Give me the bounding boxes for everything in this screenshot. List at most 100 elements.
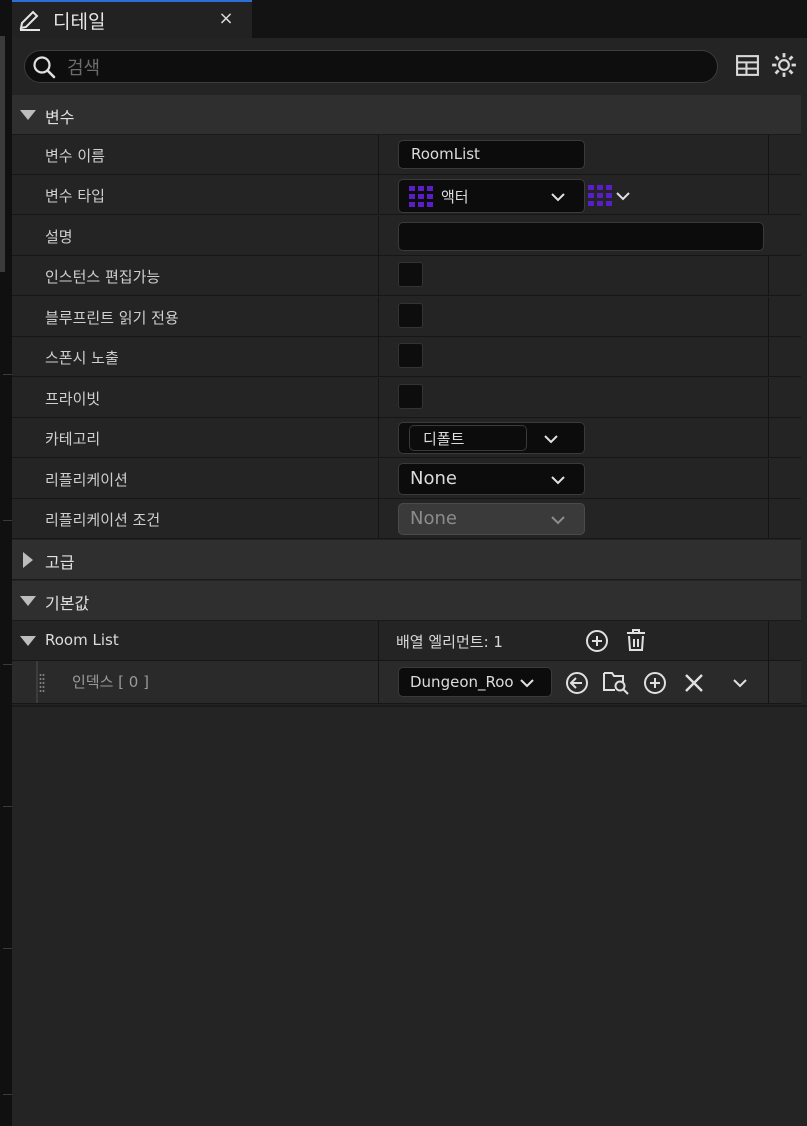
- row-label: 프라이빗: [45, 390, 101, 408]
- column-divider[interactable]: [378, 337, 379, 377]
- row-label: 리플리케이션 조건: [45, 511, 161, 529]
- section-variables[interactable]: 변수: [12, 95, 801, 135]
- details-panel: 검색 변수 변수 이름 RoomList 변수 타입 액터 설명 인스턴스 편집…: [12, 38, 807, 1126]
- column-divider: [768, 499, 769, 539]
- insert-element-icon[interactable]: [643, 671, 667, 695]
- row-label: 블루프린트 읽기 전용: [45, 309, 179, 327]
- array-label: Room List: [45, 631, 119, 649]
- search-placeholder: 검색: [67, 58, 101, 79]
- replication-dropdown[interactable]: None: [398, 463, 585, 495]
- empty-panel-area: [12, 705, 807, 1126]
- column-divider[interactable]: [378, 499, 379, 539]
- container-type-grid-icon[interactable]: [588, 185, 612, 207]
- tab-bar-empty: [252, 0, 807, 38]
- private-checkbox[interactable]: [398, 384, 423, 409]
- blueprint-readonly-checkbox[interactable]: [398, 303, 423, 328]
- variable-name-input[interactable]: RoomList: [398, 140, 585, 169]
- element-asset-dropdown[interactable]: Dungeon_Room: [398, 667, 552, 697]
- column-divider: [768, 175, 769, 215]
- row-expose-on-spawn: 스폰시 노출: [12, 337, 801, 377]
- left-scrollbar[interactable]: [0, 36, 5, 272]
- row-description: 설명: [12, 216, 801, 256]
- array-element-count: 배열 엘리먼트: 1: [396, 633, 503, 651]
- table-view-icon[interactable]: [735, 53, 760, 78]
- edge-tick: [3, 664, 12, 665]
- edge-tick: [3, 1094, 12, 1095]
- type-value: 액터: [441, 188, 469, 206]
- chevron-down-icon[interactable]: [616, 189, 630, 203]
- element-value: Dungeon_Room: [410, 673, 514, 691]
- row-label: 설명: [45, 228, 73, 246]
- add-element-icon[interactable]: [585, 629, 609, 653]
- instance-editable-checkbox[interactable]: [398, 262, 423, 287]
- row-room-list: Room List 배열 엘리먼트: 1: [12, 621, 801, 661]
- browse-folder-icon[interactable]: [603, 669, 629, 695]
- description-input[interactable]: [398, 222, 764, 251]
- chevron-down-icon[interactable]: [733, 676, 747, 690]
- tab-details[interactable]: 디테일 ×: [12, 0, 252, 38]
- column-divider[interactable]: [378, 621, 379, 661]
- column-divider[interactable]: [378, 135, 379, 175]
- expose-on-spawn-checkbox[interactable]: [398, 343, 423, 368]
- collapse-arrow-icon[interactable]: [20, 110, 36, 120]
- section-label: 변수: [45, 108, 75, 127]
- section-defaults[interactable]: 기본값: [12, 581, 801, 621]
- category-combo[interactable]: 디폴트: [398, 422, 585, 454]
- chevron-down-icon: [551, 476, 565, 485]
- column-divider[interactable]: [378, 378, 379, 418]
- collapse-arrow-icon[interactable]: [20, 636, 36, 646]
- row-label: 스폰시 노출: [45, 349, 119, 367]
- object-type-grid-icon: [409, 186, 433, 207]
- gear-icon[interactable]: [771, 52, 797, 78]
- column-divider: [768, 337, 769, 377]
- trash-icon[interactable]: [624, 628, 648, 652]
- column-divider[interactable]: [378, 459, 379, 499]
- row-variable-name: 변수 이름 RoomList: [12, 135, 801, 175]
- indent-bar: [36, 661, 38, 703]
- category-input[interactable]: 디폴트: [409, 425, 527, 451]
- section-label: 기본값: [45, 594, 90, 613]
- pencil-icon: [19, 10, 40, 31]
- column-divider[interactable]: [378, 175, 379, 215]
- edge-tick: [3, 520, 12, 521]
- close-icon[interactable]: ×: [216, 8, 236, 30]
- row-label: 인스턴스 편집가능: [45, 268, 161, 286]
- row-instance-editable: 인스턴스 편집가능: [12, 256, 801, 296]
- variable-type-dropdown[interactable]: 액터: [398, 179, 585, 213]
- expand-arrow-icon[interactable]: [23, 552, 33, 568]
- drag-handle-icon[interactable]: [39, 673, 45, 693]
- section-advanced[interactable]: 고급: [12, 540, 801, 580]
- replication-condition-value: None: [410, 508, 457, 529]
- category-value: 디폴트: [423, 430, 465, 448]
- close-icon[interactable]: [682, 671, 706, 695]
- use-selected-icon[interactable]: [565, 671, 589, 695]
- column-divider: [768, 418, 769, 458]
- column-divider[interactable]: [378, 216, 379, 256]
- chevron-down-icon: [551, 516, 565, 525]
- column-divider[interactable]: [378, 297, 379, 337]
- replication-value: None: [410, 468, 457, 489]
- column-divider[interactable]: [378, 418, 379, 458]
- search-input[interactable]: 검색: [24, 50, 718, 83]
- left-edge-strip: [0, 0, 12, 1126]
- tab-bar: 디테일 ×: [12, 0, 807, 38]
- column-divider[interactable]: [378, 256, 379, 296]
- row-category: 카테고리 디폴트: [12, 418, 801, 458]
- replication-condition-dropdown: None: [398, 503, 585, 535]
- column-divider: [768, 378, 769, 418]
- column-divider: [768, 621, 769, 661]
- chevron-down-icon: [520, 679, 534, 688]
- collapse-arrow-icon[interactable]: [20, 596, 36, 606]
- index-label: 인덱스 [ 0 ]: [72, 673, 149, 691]
- tab-title: 디테일: [53, 11, 106, 33]
- column-divider: [768, 256, 769, 296]
- row-replication-condition: 리플리케이션 조건 None: [12, 499, 801, 539]
- column-divider: [768, 135, 769, 175]
- chevron-down-icon: [551, 193, 565, 202]
- edge-tick: [3, 948, 12, 949]
- edge-tick: [3, 374, 12, 375]
- row-label: 리플리케이션: [45, 471, 128, 489]
- chevron-down-icon[interactable]: [544, 432, 558, 446]
- column-divider[interactable]: [378, 661, 379, 704]
- row-label: 변수 타입: [45, 187, 105, 205]
